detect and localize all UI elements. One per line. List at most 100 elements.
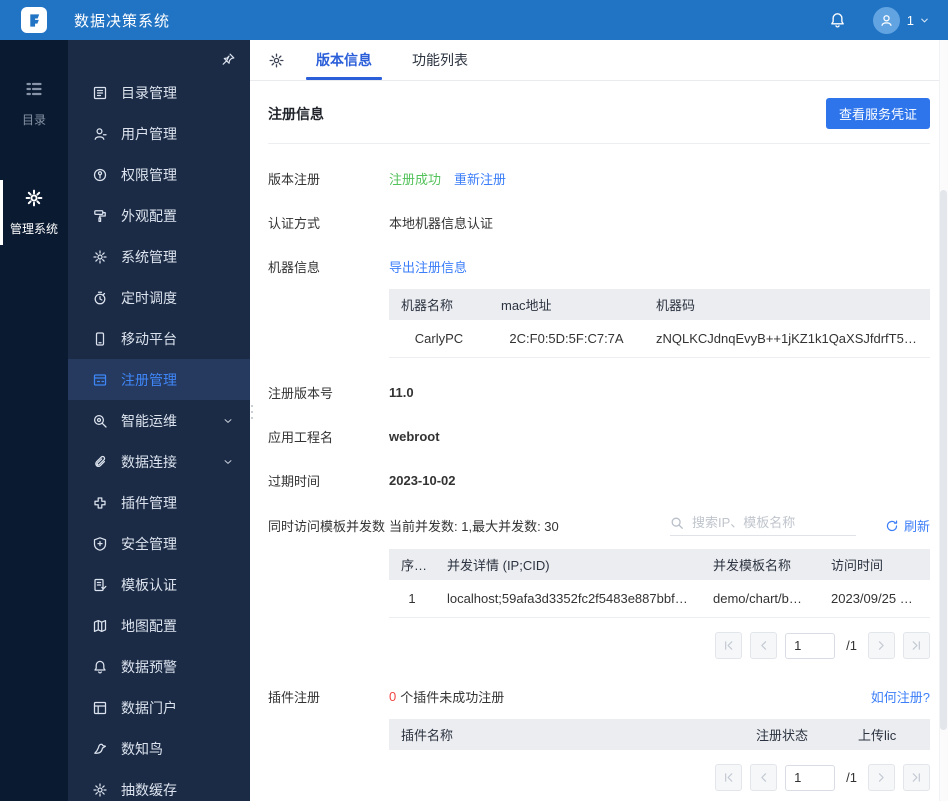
- sidebar-item-registration-mgmt[interactable]: 注册管理: [68, 359, 250, 400]
- field-value: 2023-10-02: [389, 473, 456, 488]
- pin-sidebar-button[interactable]: [221, 52, 236, 72]
- field-label: 注册版本号: [268, 386, 334, 401]
- machine-code-cell: zNQLKCJdnqEvyB++1jKZ1k1QaXSJfdrfT5FE...: [656, 331, 930, 346]
- tab-version-info[interactable]: 版本信息: [303, 40, 385, 80]
- section-gear-icon: [269, 52, 284, 68]
- sidebar-item-map-config[interactable]: 地图配置: [68, 605, 250, 646]
- field-label: 同时访问模板并发数: [268, 519, 386, 534]
- sidebar-item-data-connection[interactable]: 数据连接: [68, 441, 250, 482]
- sidebar-item-intelligent-ops[interactable]: 智能运维: [68, 400, 250, 441]
- plugin-fail-text: 个插件未成功注册: [400, 690, 505, 705]
- rail-item-admin-system[interactable]: 管理系统: [0, 180, 68, 245]
- sidebar-item-scheduler[interactable]: 定时调度: [68, 277, 250, 318]
- column-header: 机器名称: [401, 298, 454, 313]
- pin-icon: [222, 53, 235, 65]
- refresh-icon: [886, 519, 898, 531]
- sidebar-item-shuzhiniao[interactable]: 数知鸟: [68, 728, 250, 769]
- last-page-button[interactable]: [903, 764, 930, 791]
- view-credential-button[interactable]: 查看服务凭证: [825, 98, 930, 129]
- sidebar-item-label: 安全管理: [121, 535, 177, 552]
- status-badge: 注册成功: [389, 172, 442, 187]
- alert-bell-icon: [94, 660, 106, 673]
- sidebar-resize-handle[interactable]: [251, 405, 253, 419]
- sidebar-item-data-alert[interactable]: 数据预警: [68, 646, 250, 687]
- avatar-person-icon: [881, 14, 892, 26]
- content: 注册信息 查看服务凭证 版本注册 注册成功 重新注册 认证方式 本地机器信息认证…: [250, 81, 948, 801]
- rail-item-directory[interactable]: 目录: [0, 74, 68, 133]
- table-row: CarlyPC 2C:F0:5D:5F:C7:7A zNQLKCJdnqEvyB…: [389, 320, 930, 358]
- sidebar-item-label: 数据门户: [121, 699, 177, 716]
- menu-list-icon: [26, 82, 42, 96]
- field-auth-method: 认证方式 本地机器信息认证: [268, 213, 930, 232]
- export-registration-link[interactable]: 导出注册信息: [389, 257, 467, 276]
- reregister-link[interactable]: 重新注册: [454, 169, 506, 188]
- field-version-registration: 版本注册 注册成功 重新注册: [268, 169, 930, 188]
- column-header: 上传lic: [858, 728, 897, 743]
- sidebar-item-system-mgmt[interactable]: 系统管理: [68, 236, 250, 277]
- next-page-button[interactable]: [868, 764, 895, 791]
- table-row: 1 localhost;59afa3d3352fc2f5483e887bbf95…: [389, 580, 930, 618]
- plugin-fail-count: 0: [389, 689, 397, 704]
- search-input[interactable]: [691, 515, 856, 530]
- tabs: 版本信息 功能列表: [303, 40, 495, 80]
- next-page-button[interactable]: [868, 632, 895, 659]
- first-page-button[interactable]: [715, 632, 743, 659]
- catalog-icon: [93, 86, 107, 99]
- sidebar-item-label: 插件管理: [121, 494, 177, 511]
- search-icon: [671, 517, 683, 529]
- page-title: 注册信息: [268, 105, 324, 122]
- mobile-icon: [95, 331, 105, 346]
- sidebar-item-data-portal[interactable]: 数据门户: [68, 687, 250, 728]
- tab-bar: 版本信息 功能列表: [250, 40, 948, 81]
- field-label: 版本注册: [268, 172, 321, 187]
- sidebar-item-template-cert[interactable]: 模板认证: [68, 564, 250, 605]
- column-header: 访问时间: [831, 558, 884, 573]
- sidebar-item-data-cache[interactable]: 抽数缓存: [68, 769, 250, 801]
- map-icon: [93, 619, 107, 632]
- shield-icon: [93, 536, 107, 551]
- field-expire-time: 过期时间 2023-10-02: [268, 471, 930, 490]
- page-input[interactable]: [785, 632, 836, 659]
- avatar[interactable]: [872, 6, 900, 34]
- tab-feature-list[interactable]: 功能列表: [399, 40, 481, 80]
- sidebar-item-permission-mgmt[interactable]: 权限管理: [68, 154, 250, 195]
- prev-page-button[interactable]: [750, 632, 778, 659]
- pagination: /1: [268, 764, 930, 791]
- page-total: /1: [846, 770, 857, 785]
- sidebar-item-user-mgmt[interactable]: 用户管理: [68, 113, 250, 154]
- sidebar-item-appearance-config[interactable]: 外观配置: [68, 195, 250, 236]
- page-total: /1: [846, 638, 857, 653]
- rail-item-label: 管理系统: [9, 222, 58, 236]
- sidebar-item-label: 模板认证: [121, 576, 177, 593]
- last-page-button[interactable]: [903, 632, 930, 659]
- scrollbar-thumb[interactable]: [940, 190, 947, 730]
- sidebar: 目录管理 用户管理 权限管理 外观配置 系统管理 定时调度 移动平台 注册管理 …: [68, 40, 250, 801]
- refresh-link[interactable]: 刷新: [885, 516, 930, 535]
- main-panel: 版本信息 功能列表 注册信息 查看服务凭证 版本注册 注册成功 重新注册 认证方…: [250, 40, 948, 801]
- gear-icon: [93, 249, 107, 264]
- first-page-button[interactable]: [715, 764, 743, 791]
- chevron-right-icon: [878, 773, 884, 782]
- user-icon: [94, 127, 107, 140]
- sidebar-item-label: 注册管理: [121, 371, 177, 388]
- how-to-register-link[interactable]: 如何注册?: [871, 687, 930, 706]
- field-value: webroot: [389, 429, 440, 444]
- sidebar-item-label: 数知鸟: [121, 740, 163, 757]
- prev-page-button[interactable]: [750, 764, 778, 791]
- clip-icon: [95, 455, 106, 467]
- gear-icon: [25, 189, 43, 207]
- bell-icon[interactable]: [828, 11, 847, 30]
- field-reg-version: 注册版本号 11.0: [268, 383, 930, 402]
- page-input[interactable]: [785, 764, 836, 791]
- sidebar-item-mobile-platform[interactable]: 移动平台: [68, 318, 250, 359]
- sidebar-item-catalog-mgmt[interactable]: 目录管理: [68, 72, 250, 113]
- plugin-table: 插件名称 注册状态 上传lic: [389, 719, 930, 750]
- sidebar-item-plugin-mgmt[interactable]: 插件管理: [68, 482, 250, 523]
- field-label: 认证方式: [268, 216, 321, 231]
- sidebar-item-security-mgmt[interactable]: 安全管理: [68, 523, 250, 564]
- column-header: mac地址: [501, 298, 552, 313]
- ops-icon: [93, 414, 107, 428]
- appearance-icon: [94, 209, 106, 222]
- chevron-down-icon[interactable]: [919, 15, 930, 26]
- rail-item-label: 目录: [21, 113, 46, 127]
